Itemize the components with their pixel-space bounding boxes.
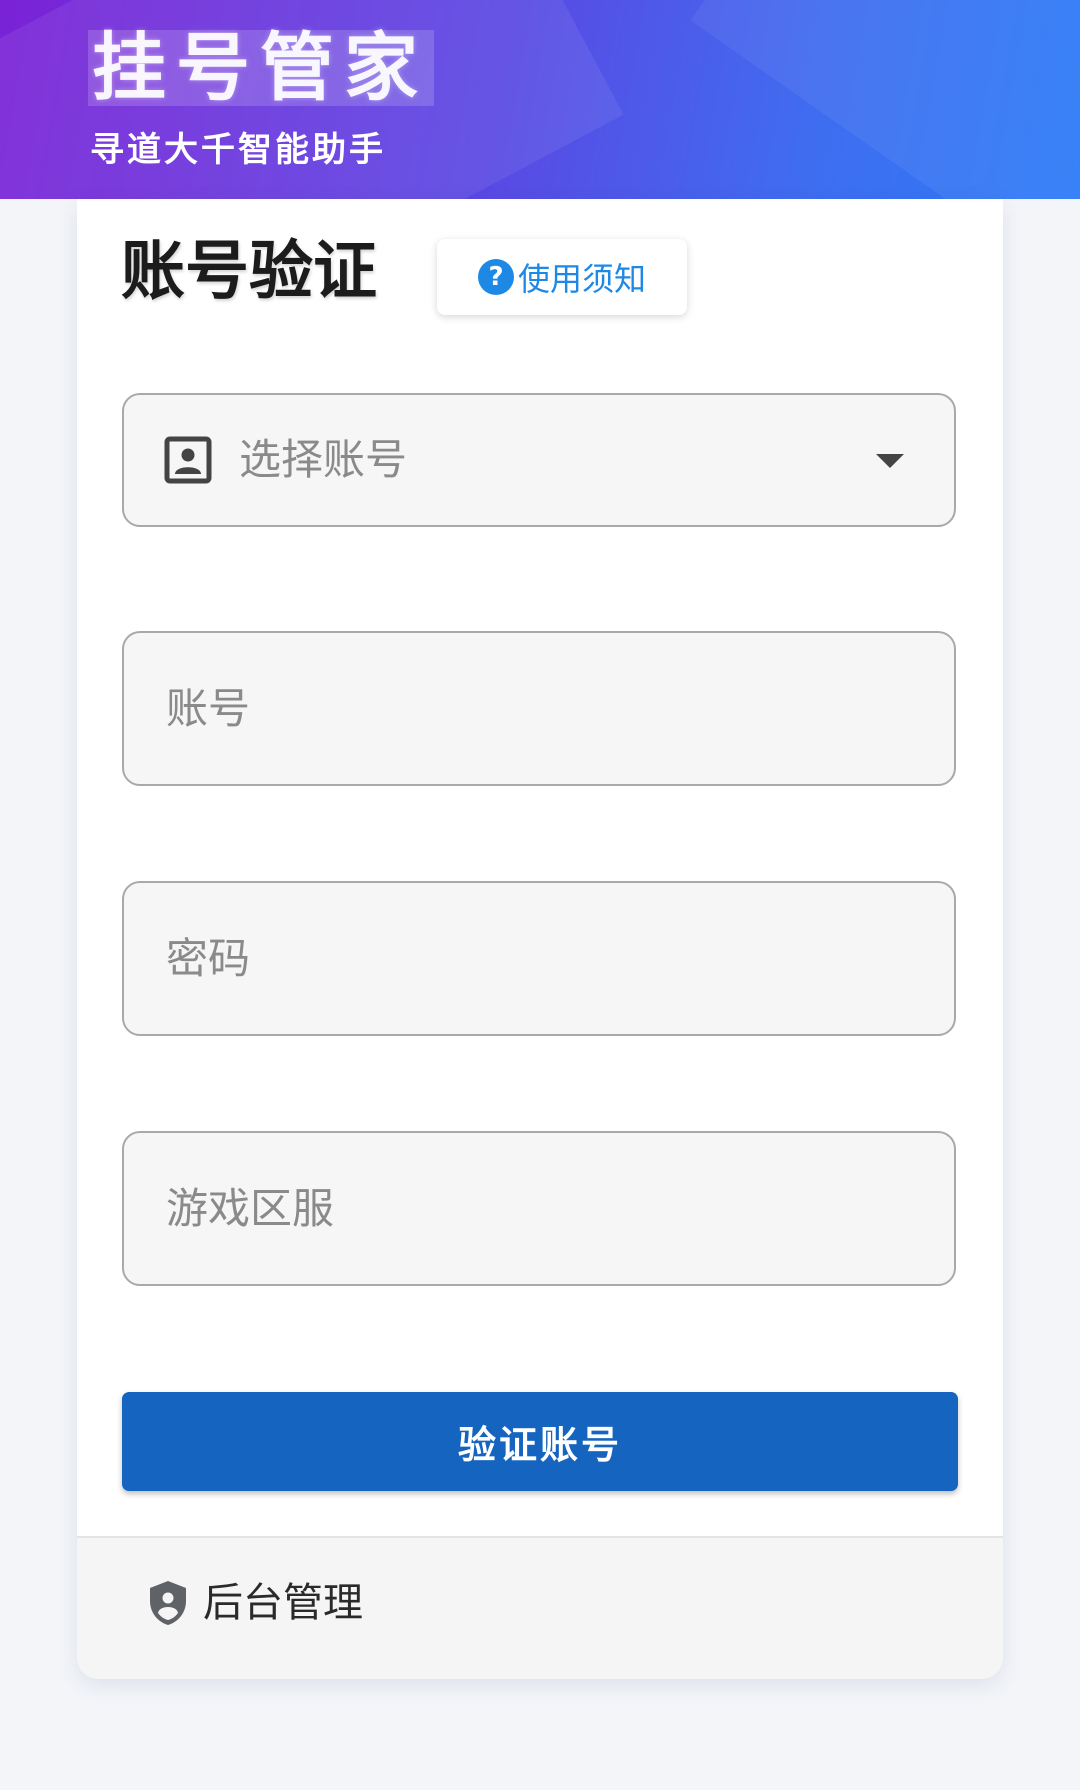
app-title: 挂号管家	[88, 30, 434, 106]
app-subtitle: 寻道大千智能助手	[90, 130, 386, 170]
password-field-container	[122, 881, 956, 1036]
password-input[interactable]	[124, 883, 954, 1034]
app-header: 挂号管家 寻道大千智能助手	[0, 0, 1080, 199]
account-field-container	[122, 631, 956, 786]
usage-notice-label: 使用须知	[517, 260, 646, 298]
card-footer: 后台管理	[77, 1536, 1003, 1679]
shield-icon	[150, 1581, 186, 1625]
card-title: 账号验证	[121, 235, 377, 309]
game-server-input[interactable]	[124, 1133, 954, 1284]
admin-link[interactable]: 后台管理	[147, 1573, 363, 1633]
usage-notice-button[interactable]: ? 使用须知	[437, 239, 687, 315]
contact-icon	[164, 436, 212, 484]
verify-account-button[interactable]: 验证账号	[122, 1392, 958, 1491]
header-decoration	[690, 0, 1080, 199]
admin-label: 后台管理	[203, 1580, 363, 1626]
select-account-label: 选择账号	[239, 435, 408, 484]
server-field-container	[122, 1131, 956, 1286]
account-input[interactable]	[124, 633, 954, 784]
account-verification-card: 账号验证 ? 使用须知 选择账号 验证账号 后台管理	[77, 199, 1003, 1679]
select-account-dropdown[interactable]: 选择账号	[122, 393, 956, 527]
chevron-down-icon	[876, 454, 904, 468]
help-icon: ?	[477, 259, 514, 295]
